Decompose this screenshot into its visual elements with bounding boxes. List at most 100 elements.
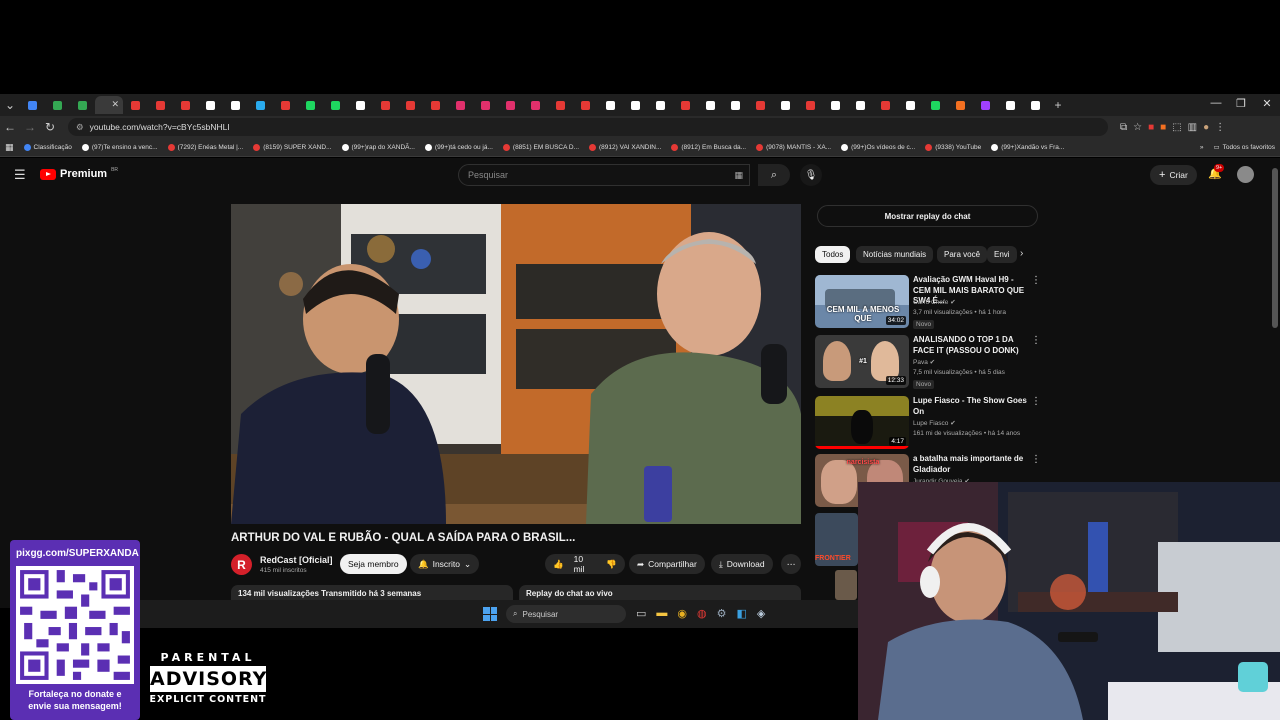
close-window-icon[interactable]: ✕ [1254,94,1280,112]
recommended-menu-icon[interactable]: ⋮ [1031,335,1041,346]
recommended-video[interactable]: 4:17 Lupe Fiasco - The Show Goes On Lupe F… [815,396,1045,454]
browser-tab[interactable] [198,96,223,114]
chrome-icon[interactable]: ◉ [677,607,687,620]
bookmark-item[interactable]: (8851) EM BUSCA D... [498,143,584,151]
browser-tab[interactable] [723,96,748,114]
recommended-video[interactable]: CEM MIL A MENOS QUE 34:02 Avaliação GWM Ha… [815,275,1045,333]
bookmark-item[interactable]: (9338) YouTube [920,143,986,151]
voice-search-button[interactable]: 🎙 [800,164,822,186]
browser-tab[interactable] [20,96,45,114]
search-input[interactable]: Pesquisar ▦ [458,164,750,186]
profile-avatar-icon[interactable]: ● [1203,122,1209,133]
browser-tab[interactable] [423,96,448,114]
keyboard-icon[interactable]: ▦ [734,170,743,181]
new-tab-button[interactable]: + [1048,95,1068,115]
browser-tab[interactable] [623,96,648,114]
url-field[interactable]: ⚙ youtube.com/watch?v=cBYc5sbNHLI [68,118,1108,136]
all-bookmarks-folder[interactable]: ▭ Todos os favoritos [1208,143,1280,152]
page-scrollbar[interactable] [1272,168,1278,328]
browser-tab[interactable] [973,96,998,114]
browser-tab[interactable] [873,96,898,114]
filter-chip[interactable]: Notícias mundiais [856,246,934,263]
browser-tab[interactable] [323,96,348,114]
bookmark-item[interactable]: (99+)Os vídeos de c... [836,143,920,151]
subscribed-button[interactable]: 🔔 Inscrito ⌄ [410,554,480,574]
browser-tab[interactable] [773,96,798,114]
recommended-video[interactable]: #1 12:33 ANALISANDO O TOP 1 DA FACE IT (PA… [815,335,1045,393]
browser-tab[interactable] [298,96,323,114]
taskbar-search-input[interactable]: ⌕ Pesquisar [506,605,626,623]
browser-tab[interactable] [848,96,873,114]
bookmark-item[interactable]: (97)Te ensino a venc... [77,143,163,151]
browser-tab[interactable] [698,96,723,114]
bookmark-item[interactable]: (7292) Enéas Metal |... [163,143,249,151]
back-icon[interactable]: ← [0,117,20,137]
chips-next-icon[interactable]: › [1020,248,1023,259]
share-button[interactable]: ➦ Compartilhar [629,554,705,574]
bookmark-item[interactable]: Classificação [19,143,77,151]
bookmark-item[interactable]: (8159) SUPER XAND... [248,143,336,151]
browser-tab[interactable] [248,96,273,114]
browser-tab[interactable] [948,96,973,114]
recommended-menu-icon[interactable]: ⋮ [1031,275,1041,286]
browser-tab[interactable] [70,96,95,114]
bookmark-item[interactable]: (99+)tá cedo ou já... [420,143,498,151]
browser-tab[interactable] [123,96,148,114]
browser-menu-icon[interactable]: ⋮ [1215,122,1225,133]
hamburger-menu-icon[interactable]: ☰ [14,167,26,183]
yt-logo[interactable]: Premium BR [40,167,118,180]
recommended-channel[interactable]: Carro Chefe ✔ [913,298,956,306]
browser-tab[interactable] [573,96,598,114]
rec-thumb-partial[interactable]: FRONTIER [815,513,858,566]
recommended-channel[interactable]: Lupe Fiasco ✔ [913,419,956,427]
join-member-button[interactable]: Seja membro [340,554,407,574]
bookmark-item[interactable]: (9078) MANTIS - XA... [751,143,836,151]
browser-tab[interactable] [923,96,948,114]
create-button[interactable]: + Criar [1150,165,1197,185]
app-icon[interactable]: ◍ [697,607,707,620]
browser-tab[interactable] [223,96,248,114]
bookmark-item[interactable]: (99+)rap do XANDÃ... [337,143,420,151]
recommended-channel[interactable]: Pava ✔ [913,358,935,366]
browser-tab[interactable] [1023,96,1048,114]
sidebar-icon[interactable]: ▥ [1188,122,1197,133]
steam-icon[interactable]: ◈ [757,607,765,620]
video-thumbnail[interactable]: CEM MIL A MENOS QUE 34:02 [815,275,909,328]
channel-name[interactable]: RedCast [Oficial] [260,555,333,565]
show-chat-replay-button[interactable]: Mostrar replay do chat [817,205,1038,227]
browser-tab[interactable] [348,96,373,114]
install-icon[interactable]: ⧉ [1120,122,1127,133]
filter-chip[interactable]: Para você [937,246,988,263]
browser-tab[interactable] [148,96,173,114]
apps-grid-icon[interactable]: ▦ [0,142,19,153]
reload-icon[interactable]: ↻ [40,117,60,137]
rec-thumb-partial-2[interactable] [835,570,857,600]
app-blue-icon[interactable]: ◧ [737,607,747,620]
browser-tab[interactable] [45,96,70,114]
browser-tab[interactable] [673,96,698,114]
browser-tab[interactable] [998,96,1023,114]
forward-icon[interactable]: → [20,117,40,137]
bookmark-star-icon[interactable]: ☆ [1133,122,1142,133]
dislike-icon[interactable]: 👎 [606,559,617,570]
task-view-icon[interactable]: ▭ [636,607,646,620]
minimize-icon[interactable]: — [1203,94,1229,112]
browser-tab[interactable] [373,96,398,114]
browser-tab[interactable] [173,96,198,114]
browser-tab[interactable] [548,96,573,114]
bookmarks-overflow-icon[interactable]: » [1195,144,1209,151]
extension-red-icon[interactable]: ■ [1148,122,1154,133]
bookmark-item[interactable]: (99+)Xandão vs Fra... [986,143,1069,151]
browser-tab[interactable] [523,96,548,114]
file-explorer-icon[interactable]: ▬ [656,607,667,620]
video-thumbnail[interactable]: #1 12:33 [815,335,909,388]
browser-tab[interactable] [398,96,423,114]
browser-tab[interactable] [748,96,773,114]
filter-chip[interactable]: Envi [987,246,1017,263]
browser-tab[interactable] [498,96,523,114]
video-thumbnail[interactable]: 4:17 [815,396,909,449]
tab-search-icon[interactable]: ⌄ [0,95,20,115]
description-box[interactable]: 134 mil visualizações Transmitido há 3 s… [231,585,513,601]
channel-avatar[interactable]: R [231,554,252,575]
video-player[interactable] [231,204,801,524]
